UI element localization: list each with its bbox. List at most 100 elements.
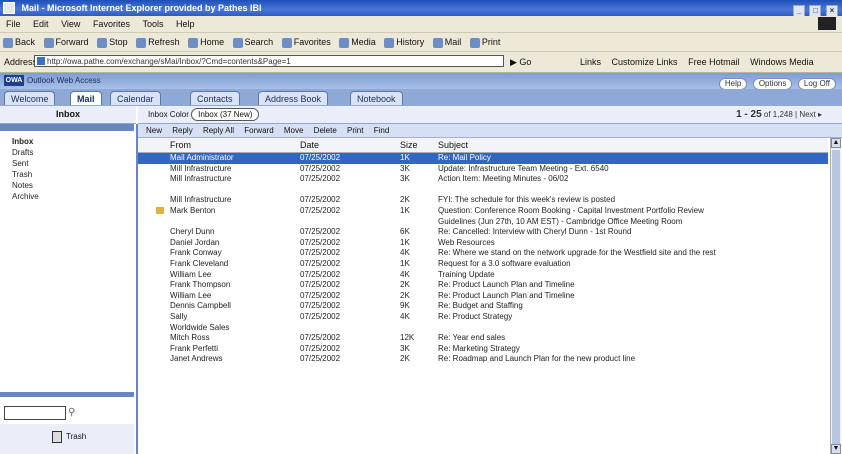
col-date[interactable]: Date — [300, 138, 319, 152]
message-size: 2K — [400, 290, 410, 300]
message-from: Frank Cleveland — [170, 258, 229, 268]
message-row[interactable]: Frank Thompson 07/25/2002 2K Re: Product La… — [138, 280, 828, 291]
delete-button[interactable]: Delete — [314, 126, 337, 135]
link-windows-media[interactable]: Windows Media — [750, 57, 814, 67]
address-input[interactable]: http://owa.pathe.com/exchange/sMai/Inbox… — [34, 55, 504, 67]
home-icon — [188, 37, 199, 48]
tab-calendar[interactable]: Calendar — [110, 91, 161, 105]
message-size: 3K — [400, 174, 410, 184]
tab-notebook[interactable]: Notebook — [350, 91, 403, 105]
search-icon[interactable]: ⚲ — [68, 407, 75, 418]
message-subject: Re: Where we stand on the network upgrad… — [438, 248, 716, 258]
message-row[interactable]: Sally 07/25/2002 4K Re: Product Strategy — [138, 312, 828, 323]
search-button[interactable]: Search — [232, 33, 273, 51]
col-subject[interactable]: Subject — [438, 138, 468, 152]
new-button[interactable]: New — [146, 126, 162, 135]
message-row[interactable]: William Lee 07/25/2002 2K Re: Product Launc… — [138, 291, 828, 302]
message-row[interactable]: Mill Infrastructure 07/25/2002 2K FYI: The … — [138, 195, 828, 206]
message-row[interactable]: Guidelines (Jun 27th, 10 AM EST) - Cambr… — [138, 217, 828, 228]
find-button[interactable]: Find — [374, 126, 390, 135]
tab-address-book[interactable]: Address Book — [258, 91, 329, 105]
sidebar-divider-bottom — [0, 392, 134, 397]
message-date: 07/25/2002 — [300, 248, 341, 258]
message-from: Mark Benton — [170, 205, 216, 215]
back-button[interactable]: Back — [3, 33, 35, 51]
message-row[interactable]: Mark Benton 07/25/2002 1K Question: Confere… — [138, 206, 828, 217]
tab-welcome[interactable]: Welcome — [4, 91, 56, 105]
history-icon — [384, 37, 395, 48]
col-size[interactable]: Size — [400, 138, 418, 152]
menu-tools[interactable]: Tools — [142, 19, 163, 29]
message-date: 07/25/2002 — [300, 205, 341, 215]
reply-all-button[interactable]: Reply All — [203, 126, 234, 135]
scrollbar[interactable]: ▲ ▼ — [830, 138, 841, 454]
message-row[interactable]: Cheryl Dunn 07/25/2002 6K Re: Cancelled: In… — [138, 227, 828, 238]
message-row[interactable]: Frank Cleveland 07/25/2002 1K Request for a… — [138, 259, 828, 270]
link-hotmail[interactable]: Free Hotmail — [688, 57, 740, 67]
history-button[interactable]: History — [384, 33, 424, 51]
message-row[interactable]: Mitch Ross 07/25/2002 12K Re: Year end sale… — [138, 333, 828, 344]
forward-button[interactable]: Forward — [244, 126, 273, 135]
stop-icon — [97, 37, 108, 48]
scroll-down-icon[interactable]: ▼ — [831, 444, 841, 454]
message-from: Frank Thompson — [170, 280, 231, 290]
home-button[interactable]: Home — [188, 33, 224, 51]
move-button[interactable]: Move — [284, 126, 304, 135]
tab-contacts[interactable]: Contacts — [190, 91, 240, 105]
mail-button[interactable]: Mail — [432, 33, 461, 51]
reply-button[interactable]: Reply — [172, 126, 192, 135]
message-date: 07/25/2002 — [300, 354, 341, 364]
inbox-selector[interactable]: Inbox Color Inbox (37 New) — [148, 106, 260, 123]
refresh-button[interactable]: Refresh — [136, 33, 180, 51]
menu-favorites[interactable]: Favorites — [93, 19, 130, 29]
scroll-up-icon[interactable]: ▲ — [831, 138, 841, 148]
trash-icon[interactable] — [52, 431, 62, 443]
message-from: Dennis Campbell — [170, 301, 231, 311]
folder-sent[interactable]: Sent — [2, 158, 132, 169]
inbox-dropdown[interactable]: Inbox (37 New) — [191, 108, 260, 121]
window-title: Mail - Microsoft Internet Explorer provi… — [21, 3, 262, 13]
link-customize[interactable]: Customize Links — [612, 57, 678, 67]
stop-button[interactable]: Stop — [97, 33, 128, 51]
message-row[interactable]: William Lee 07/25/2002 4K Training Update — [138, 270, 828, 281]
refresh-icon — [136, 37, 147, 48]
tab-bar: Welcome Mail Calendar Contacts Address B… — [0, 89, 842, 106]
tab-mail[interactable]: Mail — [70, 91, 102, 105]
message-subject: Web Resources — [438, 237, 495, 247]
print-msg-button[interactable]: Print — [347, 126, 363, 135]
folder-archive[interactable]: Archive — [2, 191, 132, 202]
favorites-button[interactable]: Favorites — [281, 33, 331, 51]
message-row[interactable] — [138, 185, 828, 196]
message-row[interactable]: Frank Conway 07/25/2002 4K Re: Where we sta… — [138, 248, 828, 259]
scroll-thumb[interactable] — [832, 150, 840, 450]
message-row[interactable]: Worldwide Sales — [138, 323, 828, 334]
folder-drafts[interactable]: Drafts — [2, 147, 132, 158]
message-row[interactable]: Dennis Campbell 07/25/2002 9K Re: Budget an… — [138, 301, 828, 312]
forward-button[interactable]: Forward — [43, 33, 89, 51]
folder-trash[interactable]: Trash — [2, 169, 132, 180]
message-size: 4K — [400, 248, 410, 258]
menu-edit[interactable]: Edit — [33, 19, 49, 29]
media-button[interactable]: Media — [339, 33, 376, 51]
message-row[interactable]: Janet Andrews 07/25/2002 2K Re: Roadmap and… — [138, 354, 828, 365]
menu-view[interactable]: View — [61, 19, 80, 29]
go-button[interactable]: ▶ Go — [510, 52, 531, 72]
menu-help[interactable]: Help — [176, 19, 195, 29]
message-subject: Question: Conference Room Booking - Capi… — [438, 205, 704, 215]
inbox-header: Inbox Color Inbox (37 New) 1 - 25 of 1,2… — [138, 106, 842, 124]
message-size: 1K — [400, 258, 410, 268]
message-count: 1 - 25 of 1,248 | Next ▸ — [736, 109, 822, 120]
message-row[interactable]: Mill Infrastructure 07/25/2002 3K Update: I… — [138, 164, 828, 175]
folder-inbox[interactable]: Inbox — [2, 136, 132, 147]
col-from[interactable]: From — [170, 138, 191, 152]
message-row[interactable]: Daniel Jordan 07/25/2002 1K Web Resources — [138, 238, 828, 249]
print-button[interactable]: Print — [469, 33, 500, 51]
menu-file[interactable]: File — [6, 19, 21, 29]
folder-search-input[interactable] — [4, 406, 66, 420]
message-subject: FYI: The schedule for this week's review… — [438, 195, 616, 205]
message-row[interactable]: Frank Perfetti 07/25/2002 3K Re: Marketing … — [138, 344, 828, 355]
trash-label[interactable]: Trash — [66, 432, 86, 441]
folder-notes[interactable]: Notes — [2, 180, 132, 191]
message-row[interactable]: Mill Infrastructure 07/25/2002 3K Action It… — [138, 174, 828, 185]
message-row[interactable]: Mail Administrator 07/25/2002 1K Re: Mail P… — [138, 153, 828, 164]
